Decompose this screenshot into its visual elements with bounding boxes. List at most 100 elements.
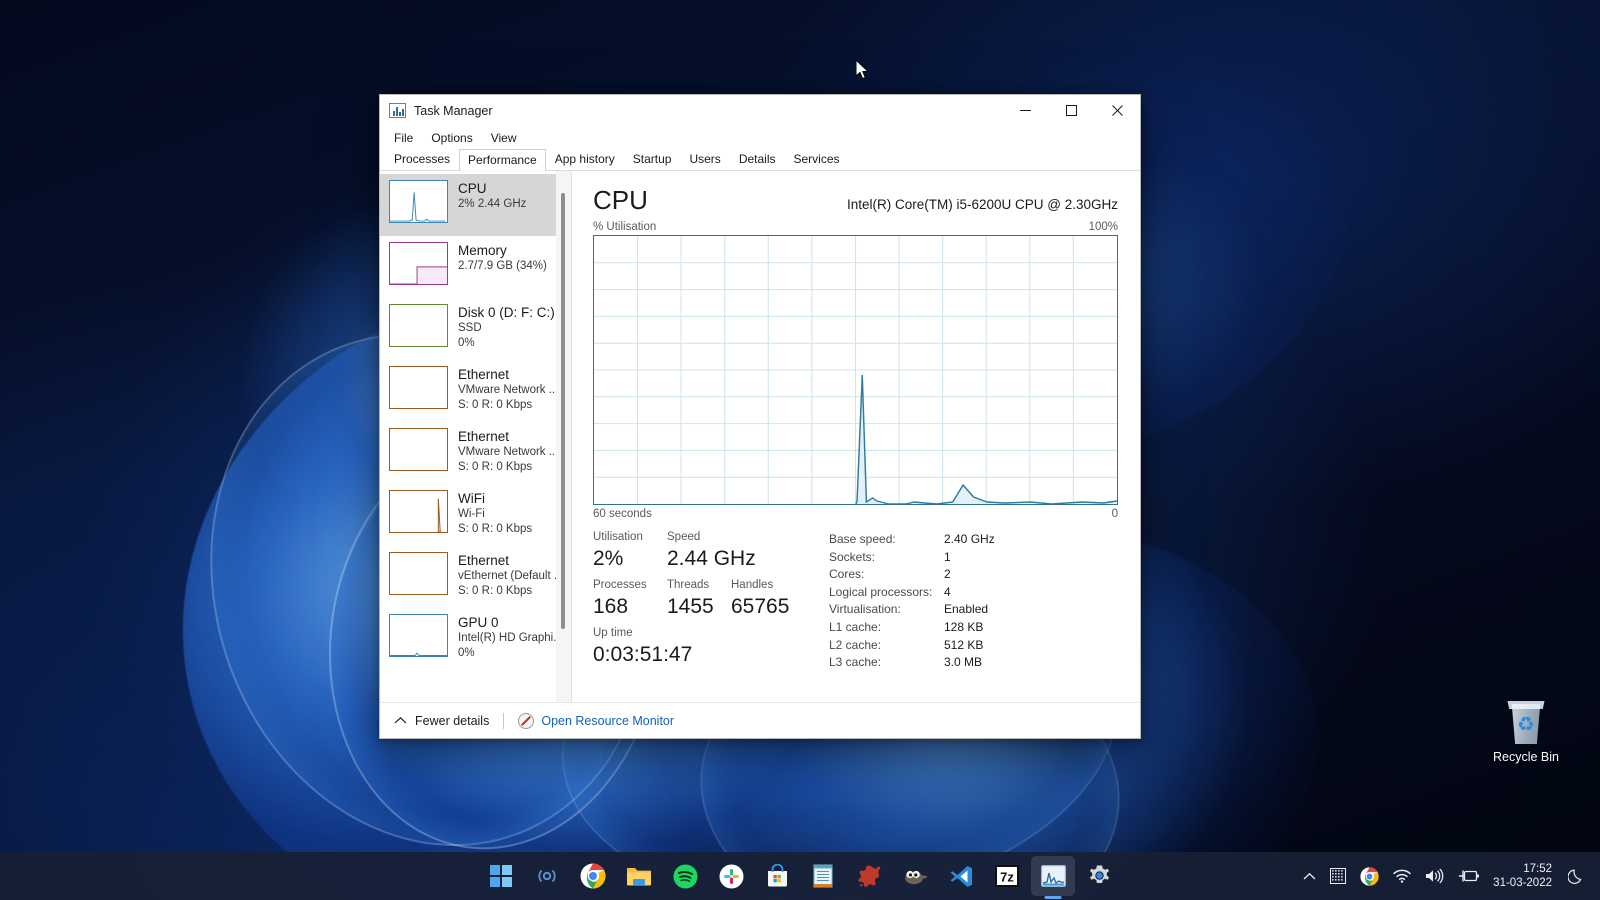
- tab-startup[interactable]: Startup: [624, 148, 681, 170]
- windows-logo-icon: [490, 865, 512, 887]
- menu-options[interactable]: Options: [422, 129, 481, 147]
- sidebar-item-ethernet-2[interactable]: Ethernet VMware Network ... S: 0 R: 0 Kb…: [380, 422, 571, 484]
- show-hidden-icons-button[interactable]: [1296, 859, 1323, 893]
- sidebar-item-disk-0[interactable]: Disk 0 (D: F: C:) SSD 0%: [380, 298, 571, 360]
- stat-uptime: Up time 0:03:51:47: [593, 626, 692, 668]
- sevenzip-button[interactable]: 7z: [985, 856, 1029, 896]
- volume-button[interactable]: [1418, 859, 1451, 893]
- stat-label: Handles: [731, 579, 774, 591]
- spec-row: L3 cache: 3.0 MB: [829, 654, 1118, 672]
- krita-button[interactable]: [847, 856, 891, 896]
- open-resource-monitor-link[interactable]: Open Resource Monitor: [518, 712, 674, 729]
- spec-key: L2 cache:: [829, 637, 882, 652]
- menu-file[interactable]: File: [385, 129, 422, 147]
- sidebar-item-sub2: S: 0 R: 0 Kbps: [458, 399, 533, 411]
- spec-key: L3 cache:: [829, 655, 882, 670]
- footer-divider: [503, 712, 505, 729]
- clock[interactable]: 17:52 31-03-2022: [1487, 862, 1561, 890]
- sidebar-item-gpu-0[interactable]: GPU 0 Intel(R) HD Graphi... 0%: [380, 608, 571, 670]
- tab-performance[interactable]: Performance: [459, 149, 546, 171]
- start-button[interactable]: [479, 856, 523, 896]
- sidebar-item-sub: VMware Network ...: [458, 384, 559, 396]
- window-title: Task Manager: [414, 103, 493, 118]
- wifi-icon: [1393, 869, 1411, 883]
- notepad-button[interactable]: [801, 856, 845, 896]
- tray-chrome-button[interactable]: [1353, 859, 1386, 893]
- cortana-circle-icon: [538, 869, 556, 883]
- search-button[interactable]: [525, 856, 569, 896]
- sidebar-item-memory[interactable]: Memory 2.7/7.9 GB (34%): [380, 236, 571, 298]
- vscode-button[interactable]: [939, 856, 983, 896]
- slack-icon: [719, 864, 743, 888]
- taskmanager-button[interactable]: [1031, 856, 1075, 896]
- stat-threads: Threads 1455: [667, 578, 731, 620]
- gimp-wilber-icon: [905, 870, 928, 885]
- resource-sidebar: CPU 2% 2.44 GHz Memory 2.7/7.9 GB (34%): [380, 171, 572, 702]
- grid-icon: [1330, 868, 1347, 884]
- spec-value: 3.0 MB: [944, 655, 983, 670]
- sidebar-item-sub2: S: 0 R: 0 Kbps: [458, 461, 533, 473]
- recycle-bin-desktop-icon[interactable]: ♻ Recycle Bin: [1483, 700, 1569, 764]
- sidebar-item-sub: SSD: [458, 322, 482, 334]
- stat-handles: Handles 65765: [731, 578, 789, 620]
- sidebar-item-wifi[interactable]: WiFi Wi-Fi S: 0 R: 0 Kbps: [380, 484, 571, 546]
- slack-button[interactable]: [709, 856, 753, 896]
- taskbar: 7z 17:52 31-03-2022: [0, 852, 1600, 900]
- tab-processes[interactable]: Processes: [385, 148, 459, 170]
- chrome-icon: [580, 863, 606, 889]
- spec-row: L1 cache: 128 KB: [829, 619, 1118, 637]
- tab-services[interactable]: Services: [785, 148, 849, 170]
- minimize-button[interactable]: [1002, 95, 1048, 126]
- stats-area: Utilisation 2% Speed 2.44 GHz Processes: [593, 530, 1118, 672]
- tab-details[interactable]: Details: [730, 148, 785, 170]
- battery-button[interactable]: [1451, 859, 1487, 893]
- recycle-bin-label: Recycle Bin: [1493, 750, 1559, 764]
- gimp-button[interactable]: [893, 856, 937, 896]
- sidebar-item-ethernet-1[interactable]: Ethernet VMware Network ... S: 0 R: 0 Kb…: [380, 360, 571, 422]
- fewer-details-button[interactable]: Fewer details: [394, 714, 489, 728]
- clock-time: 17:52: [1523, 863, 1552, 875]
- spec-value: 2.40 GHz: [944, 532, 995, 546]
- stat-value: 2%: [593, 547, 624, 570]
- sidebar-item-sub: Wi-Fi: [458, 508, 485, 520]
- resource-monitor-icon: [518, 712, 535, 729]
- chrome-button[interactable]: [571, 856, 615, 896]
- system-tray: 17:52 31-03-2022: [1296, 852, 1592, 900]
- disk-thumbnail-graph: [389, 304, 448, 347]
- spec-value: 1: [944, 549, 951, 564]
- file-explorer-button[interactable]: [617, 856, 661, 896]
- stat-label: Processes: [593, 579, 647, 591]
- stat-processes: Processes 168: [593, 578, 667, 620]
- sidebar-item-cpu[interactable]: CPU 2% 2.44 GHz: [380, 174, 571, 236]
- x-axis-label: 60 seconds: [593, 508, 652, 520]
- notepad-icon: [813, 864, 833, 888]
- sidebar-item-sub2: S: 0 R: 0 Kbps: [458, 585, 533, 597]
- tab-app-history[interactable]: App history: [546, 148, 624, 170]
- spec-value: 4: [944, 584, 951, 599]
- sidebar-item-title: Memory: [458, 243, 507, 258]
- sidebar-item-ethernet-3[interactable]: Ethernet vEthernet (Default ... S: 0 R: …: [380, 546, 571, 608]
- sidebar-scrollbar[interactable]: [556, 171, 571, 702]
- mouse-cursor: [855, 58, 870, 82]
- spotify-icon: [673, 864, 697, 888]
- y-axis-label: % Utilisation: [593, 221, 657, 233]
- tray-grid-icon-button[interactable]: [1323, 859, 1353, 893]
- stat-value: 0:03:51:47: [593, 643, 693, 666]
- sidebar-item-sub: VMware Network ...: [458, 446, 559, 458]
- sidebar-scrollbar-thumb[interactable]: [561, 193, 565, 629]
- spotify-button[interactable]: [663, 856, 707, 896]
- gear-icon: [1089, 865, 1109, 883]
- wifi-button[interactable]: [1386, 859, 1418, 893]
- close-button[interactable]: [1094, 95, 1140, 126]
- settings-button[interactable]: [1077, 856, 1121, 896]
- stat-value: 168: [593, 595, 629, 618]
- microsoft-store-button[interactable]: [755, 856, 799, 896]
- notification-center-button[interactable]: [1561, 859, 1592, 893]
- maximize-button[interactable]: [1048, 95, 1094, 126]
- sidebar-item-sub2: 0%: [458, 337, 475, 349]
- chart-icon: [389, 103, 406, 118]
- tab-users[interactable]: Users: [680, 148, 729, 170]
- vscode-icon: [950, 865, 972, 887]
- menu-view[interactable]: View: [482, 129, 526, 147]
- wifi-thumbnail-graph: [389, 490, 448, 533]
